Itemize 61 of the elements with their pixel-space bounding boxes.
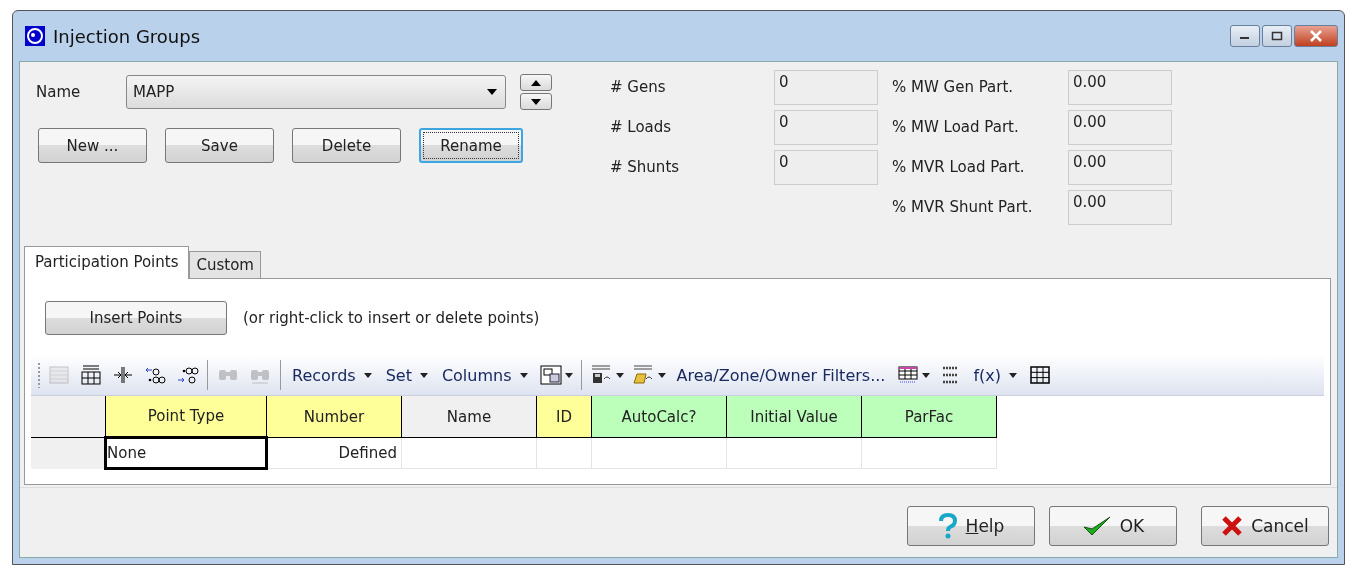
caret-icon <box>419 372 428 378</box>
count-field: 0 <box>774 70 878 105</box>
toolbar-menu[interactable]: Columns <box>436 365 533 385</box>
cancel-button[interactable]: Cancel <box>1201 506 1329 546</box>
group-button[interactable]: Delete <box>292 128 401 163</box>
name-dropdown[interactable]: MAPP <box>126 75 506 109</box>
help-button[interactable]: Help <box>907 506 1035 546</box>
participation-label: % MVR Shunt Part. <box>892 197 1034 218</box>
down-arrow-button[interactable] <box>520 93 552 110</box>
close-icon <box>1309 30 1323 42</box>
count-field: 0 <box>774 150 878 185</box>
column-header[interactable]: Name <box>401 396 537 438</box>
count-field: 0 <box>774 110 878 145</box>
participation-field: 0.00 <box>1068 70 1172 105</box>
ok-button[interactable]: OK <box>1049 506 1177 546</box>
column-header[interactable]: AutoCalc? <box>591 396 727 438</box>
table-cell: Defined <box>266 437 402 469</box>
count-label: # Gens <box>610 77 667 98</box>
toolbar-menu[interactable]: Records <box>287 365 377 385</box>
question-mark-icon <box>937 513 958 539</box>
hint-text: (or right-click to insert or delete points) <box>243 309 540 327</box>
caret-icon <box>487 89 497 95</box>
count-label: # Loads <box>610 117 673 138</box>
participation-field: 0.00 <box>1068 190 1172 225</box>
grip-icon <box>37 362 41 388</box>
participation-label: % MVR Load Part. <box>892 157 1026 178</box>
caret-icon <box>519 372 528 378</box>
column-header[interactable]: ID <box>536 396 592 438</box>
participation-label: % MW Gen Part. <box>892 77 1015 98</box>
tab[interactable]: Custom <box>189 251 261 278</box>
name-label: Name <box>36 83 82 101</box>
maximize-icon <box>1271 31 1283 41</box>
participation-field: 0.00 <box>1068 110 1172 145</box>
filters-link[interactable]: Area/Zone/Owner Filters... <box>671 365 891 385</box>
caret-icon <box>1009 372 1017 378</box>
column-header[interactable]: Initial Value <box>726 396 862 438</box>
group-button[interactable]: Save <box>165 128 274 163</box>
group-button[interactable]: Rename <box>419 128 523 163</box>
toolbar-menu[interactable]: f(x) <box>968 365 1022 385</box>
column-header[interactable]: ParFac <box>861 396 997 438</box>
row-header[interactable] <box>31 437 106 469</box>
caret-icon <box>363 372 372 378</box>
column-header[interactable]: Number <box>266 396 402 438</box>
participation-label: % MW Load Part. <box>892 117 1020 138</box>
toolbar-menu[interactable]: Set <box>380 365 433 385</box>
insert-points-button[interactable]: Insert Points <box>45 301 227 335</box>
count-label: # Shunts <box>610 157 681 178</box>
up-arrow-button[interactable] <box>520 74 552 91</box>
checkmark-icon <box>1081 514 1112 538</box>
maximize-button[interactable] <box>1262 25 1292 47</box>
close-button[interactable] <box>1294 25 1338 47</box>
window-title: Injection Groups <box>53 25 201 47</box>
x-icon <box>1221 515 1244 537</box>
minimize-button[interactable] <box>1230 25 1260 47</box>
up-triangle-icon <box>531 79 541 86</box>
down-triangle-icon <box>531 98 541 105</box>
column-header[interactable]: Point Type <box>105 396 267 438</box>
table-cell: None <box>105 437 267 469</box>
participation-field: 0.00 <box>1068 150 1172 185</box>
group-button[interactable]: New ... <box>38 128 147 163</box>
tab[interactable]: Participation Points <box>24 246 190 279</box>
